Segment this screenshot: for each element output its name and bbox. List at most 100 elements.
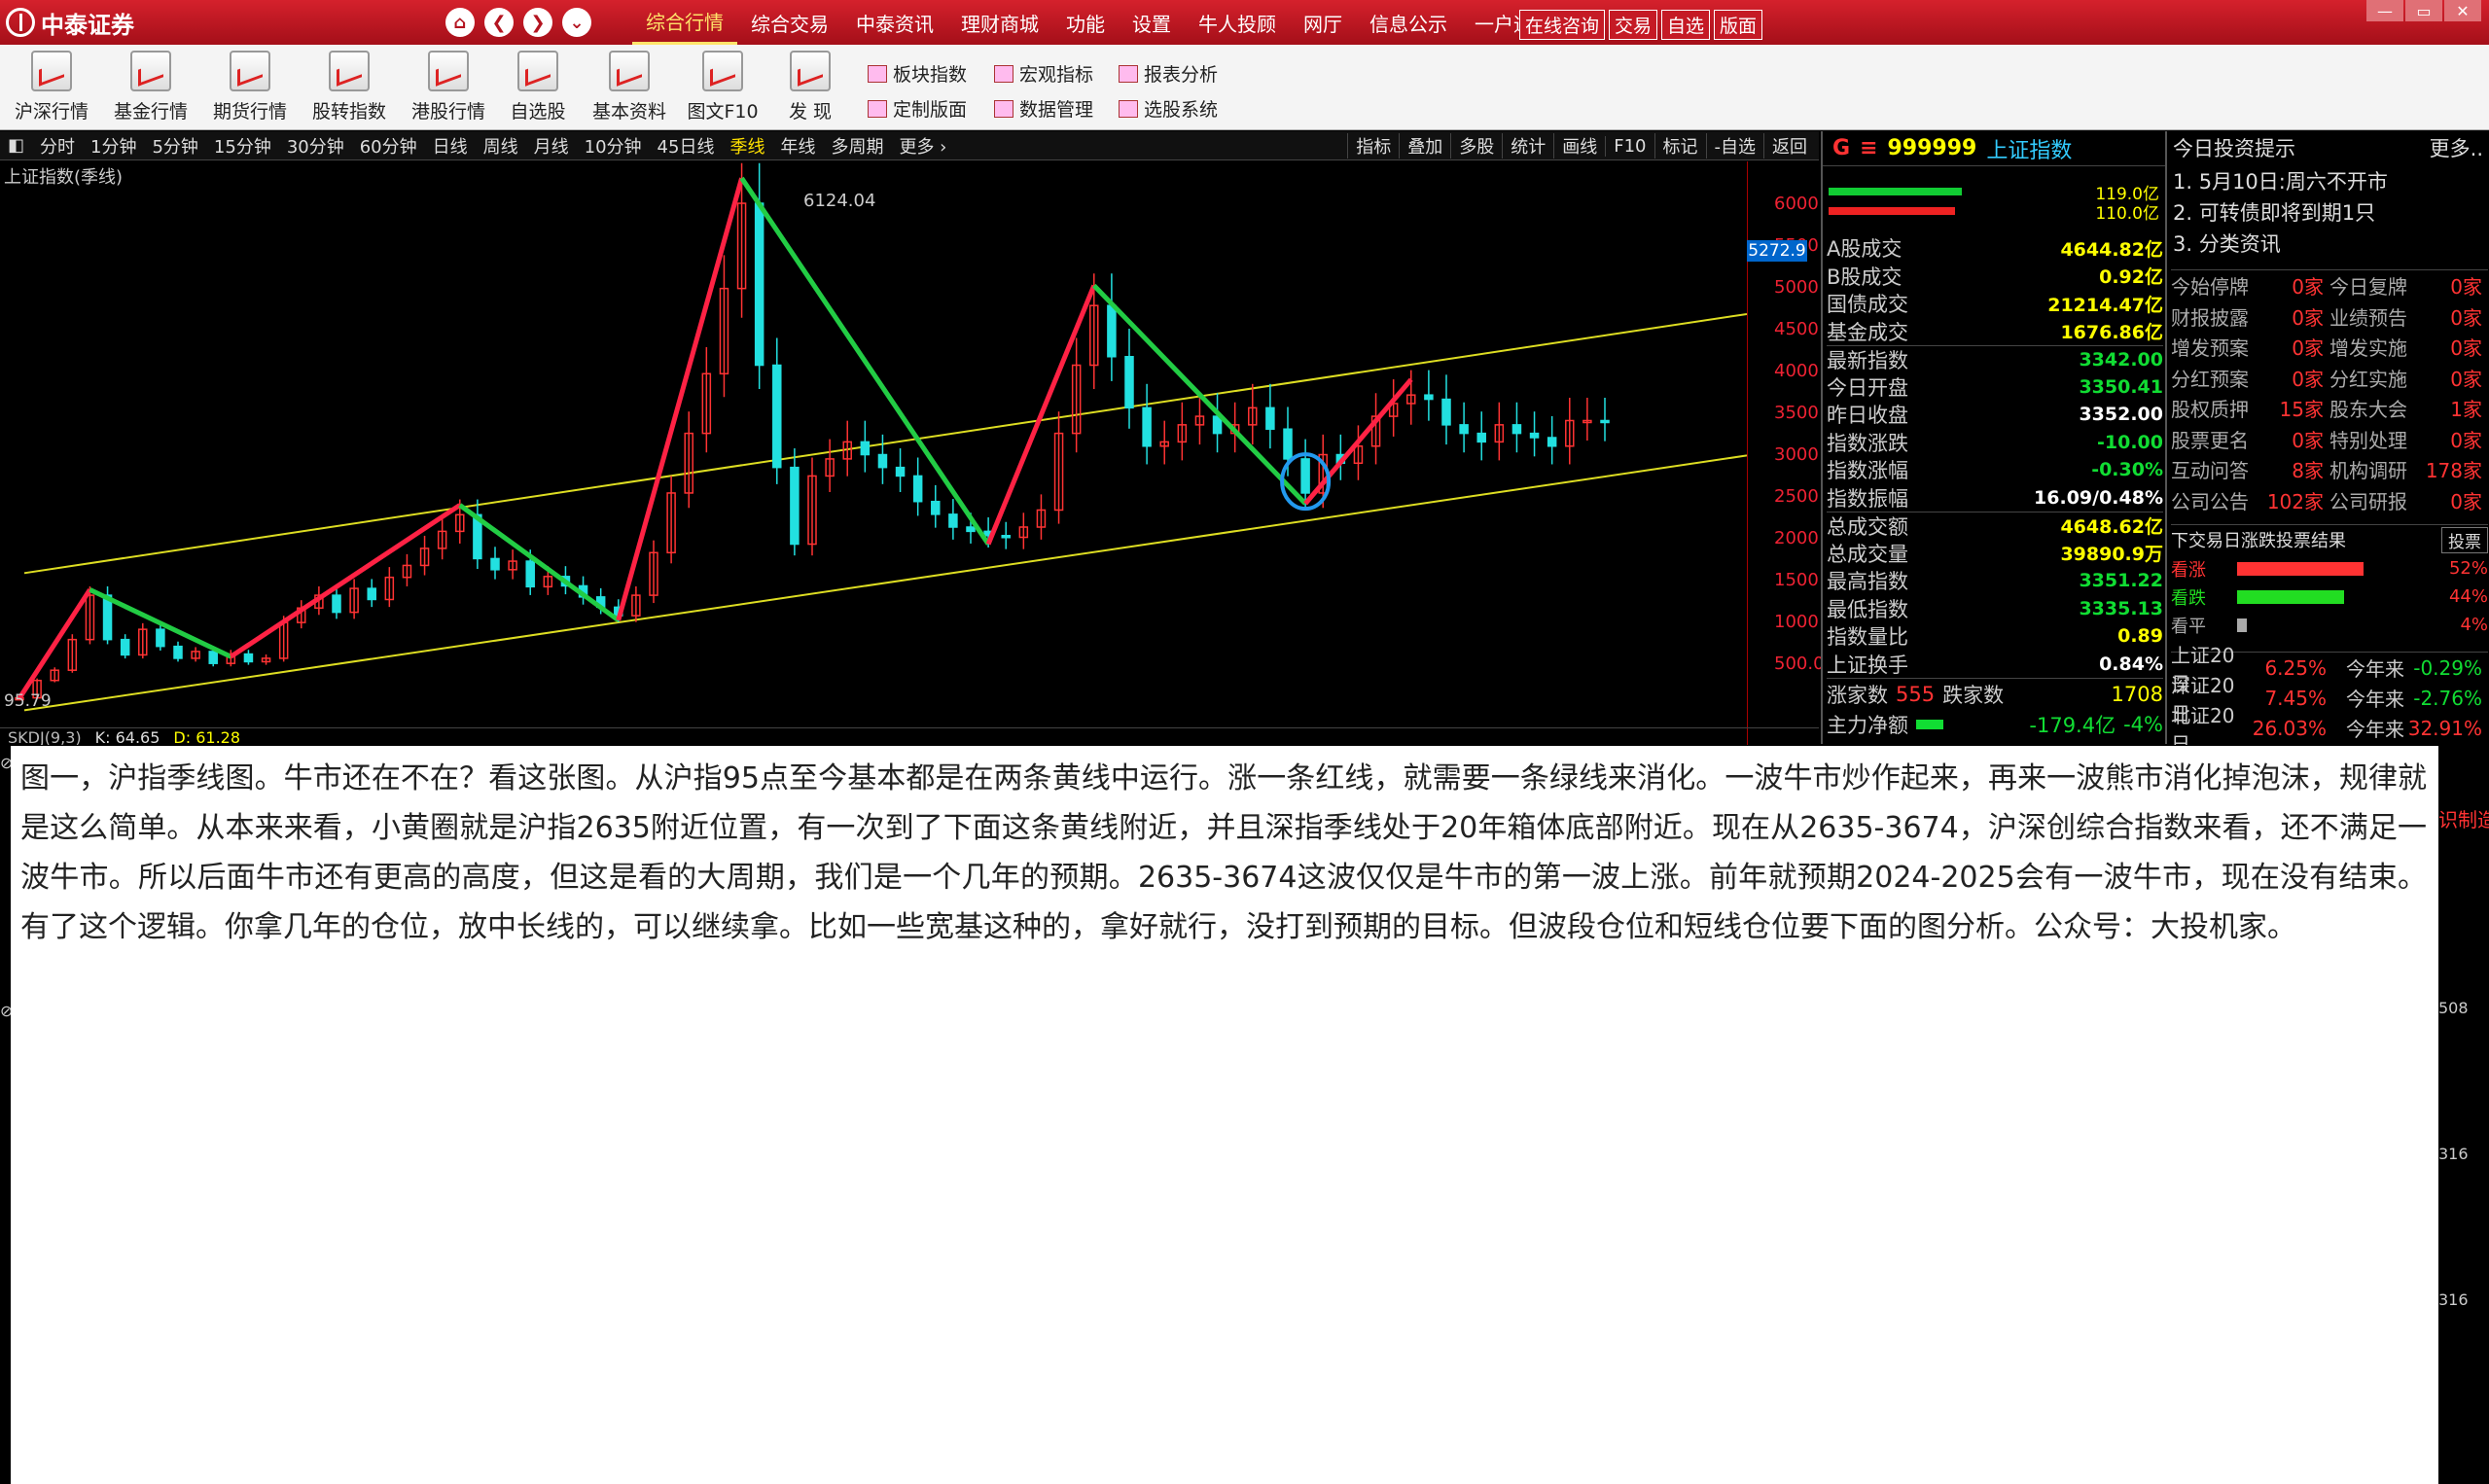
watchlist-button[interactable]: 自选 <box>1661 10 1711 40</box>
event-cell[interactable]: 业绩预告 0家 <box>2329 302 2488 331</box>
period-tab[interactable]: 年线 <box>772 133 823 159</box>
period-tab[interactable]: 月线 <box>526 133 577 159</box>
quote-label: 总成交额 <box>1827 514 1908 539</box>
period-tab[interactable]: 45日线 <box>650 133 723 159</box>
toolbar-discover[interactable]: 发 现 <box>768 51 852 126</box>
toolbar-fund-market[interactable]: 基金行情 <box>109 51 193 126</box>
tip-item[interactable]: 2. 可转债即将到期1只 <box>2173 197 2388 229</box>
toolbar-data-manage[interactable]: 数据管理 <box>994 95 1093 122</box>
candle-body <box>208 651 218 664</box>
menu-item-hall[interactable]: 网厅 <box>1290 0 1356 45</box>
back-icon[interactable]: ❮ <box>484 8 514 37</box>
vote-button[interactable]: 投票 <box>2441 526 2488 553</box>
tool-draw[interactable]: 画线 <box>1553 133 1605 159</box>
dropdown-icon[interactable]: ⌄ <box>562 8 591 37</box>
toolbar-sector-index[interactable]: 板块指数 <box>868 60 967 87</box>
tool-indicator[interactable]: 指标 <box>1347 133 1399 159</box>
indicator-bar[interactable]: SKDJ(9,3) K: 64.65 D: 61.28 <box>0 727 1819 747</box>
quote-value: 16.09/0.48% <box>2034 486 2163 509</box>
event-cell[interactable]: 机构调研 178家 <box>2329 455 2488 483</box>
period-tab[interactable]: 1分钟 <box>83 133 144 159</box>
event-cell[interactable]: 分红实施 0家 <box>2329 364 2488 392</box>
event-cell[interactable]: 增发预案 0家 <box>2171 333 2329 361</box>
toolbar-report-analysis[interactable]: 报表分析 <box>1119 60 1218 87</box>
event-cell[interactable]: 股票更名 0家 <box>2171 425 2329 453</box>
kline-chart[interactable]: 上证指数(季线) 6000 5500 5000 4500 4000 3500 3… <box>0 161 1825 747</box>
info-more-link[interactable]: 更多.. <box>2430 133 2483 162</box>
event-cell[interactable]: 今日复牌 0家 <box>2329 271 2488 300</box>
tip-item[interactable]: 3. 分类资讯 <box>2173 229 2388 260</box>
event-cell[interactable]: 财报披露 0家 <box>2171 302 2329 331</box>
event-cell[interactable]: 分红预案 0家 <box>2171 364 2329 392</box>
brand-logo[interactable]: 中泰证券 <box>6 5 134 40</box>
tool-overlay[interactable]: 叠加 <box>1399 133 1450 159</box>
toolbar-hk-market[interactable]: 港股行情 <box>407 51 490 126</box>
toolbar-futures-market[interactable]: 期货行情 <box>208 51 292 126</box>
toolbar-neeq-index[interactable]: 股转指数 <box>307 51 391 126</box>
y-tick: 5000 <box>1774 277 1819 298</box>
event-cell[interactable]: 互动问答 8家 <box>2171 455 2329 483</box>
toolbar-shsz-market[interactable]: 沪深行情 <box>10 51 93 126</box>
quote-footer: 涨家数 555 跌家数 1708 主力净额 -179.4亿 -4% <box>1827 678 2163 740</box>
toolbar-basic-info[interactable]: 基本资料 <box>587 51 671 126</box>
menu-item-trade[interactable]: 综合交易 <box>737 0 842 45</box>
forward-icon[interactable]: ❯ <box>523 8 552 37</box>
toolbar-custom-layout[interactable]: 定制版面 <box>868 95 967 122</box>
tool-back[interactable]: 返回 <box>1763 133 1815 159</box>
period-more[interactable]: 更多 › <box>891 133 954 159</box>
menu-item-advisor[interactable]: 牛人投顾 <box>1185 0 1290 45</box>
quote-header[interactable]: G ≡ 999999 上证指数 <box>1823 131 2167 166</box>
period-tab[interactable]: 分时 <box>32 133 83 159</box>
trade-button[interactable]: 交易 <box>1609 10 1658 40</box>
period-tab[interactable]: 日线 <box>425 133 476 159</box>
period-tab[interactable]: 30分钟 <box>279 133 352 159</box>
tool-mark[interactable]: 标记 <box>1653 133 1706 159</box>
quote-value: -10.00 <box>2097 431 2163 453</box>
tip-item[interactable]: 1. 5月10日:周六不开市 <box>2173 166 2388 197</box>
panel-toggle-icon[interactable]: ◧ <box>0 135 32 156</box>
toolbar-f10[interactable]: 图文F10 <box>681 51 764 126</box>
event-cell[interactable]: 股权质押 15家 <box>2171 394 2329 422</box>
toolbar-macro-index[interactable]: 宏观指标 <box>994 60 1093 87</box>
maximize-icon[interactable]: ▭ <box>2405 0 2442 21</box>
event-cell[interactable]: 增发实施 0家 <box>2329 333 2488 361</box>
menu-item-mall[interactable]: 理财商城 <box>947 0 1052 45</box>
period-tab-active[interactable]: 季线 <box>722 133 772 159</box>
period-tab[interactable]: 10分钟 <box>577 133 650 159</box>
online-consult-button[interactable]: 在线咨询 <box>1519 10 1606 40</box>
period-tab[interactable]: 15分钟 <box>206 133 279 159</box>
vote-bar <box>2237 618 2432 632</box>
event-cell[interactable]: 公司研报 0家 <box>2329 486 2488 514</box>
toolbar-watchlist[interactable]: 自选股 <box>496 51 580 126</box>
tool-remove-watch[interactable]: -自选 <box>1705 133 1764 159</box>
minimize-icon[interactable]: — <box>2366 0 2403 21</box>
period-tab[interactable]: 多周期 <box>823 133 891 159</box>
menu-item-market[interactable]: 综合行情 <box>632 0 737 45</box>
top-buttons: 在线咨询 交易 自选 版面 <box>1519 10 1763 40</box>
chart-icon <box>31 51 72 91</box>
home-icon[interactable]: ⌂ <box>445 8 475 37</box>
toolbar-label: 报表分析 <box>1144 64 1219 86</box>
nav-icons: ⌂ ❮ ❯ ⌄ <box>445 8 591 37</box>
event-cell[interactable]: 公司公告 102家 <box>2171 486 2329 514</box>
tool-f10[interactable]: F10 <box>1605 135 1653 157</box>
menu-icon[interactable]: ≡ <box>1860 136 1877 160</box>
event-cell[interactable]: 今始停牌 0家 <box>2171 271 2329 300</box>
event-cell[interactable]: 特别处理 0家 <box>2329 425 2488 453</box>
menu-item-settings[interactable]: 设置 <box>1119 0 1185 45</box>
layout-button[interactable]: 版面 <box>1714 10 1763 40</box>
y-tick: 2000 <box>1774 528 1819 548</box>
period-tab[interactable]: 周线 <box>476 133 526 159</box>
toolbar-stock-picker[interactable]: 选股系统 <box>1119 95 1218 122</box>
event-cell[interactable]: 股东大会 1家 <box>2329 394 2488 422</box>
net-flow-pct: -4% <box>2123 713 2163 736</box>
period-tab[interactable]: 5分钟 <box>144 133 205 159</box>
event-label: 股票更名 <box>2171 428 2249 452</box>
menu-item-disclosure[interactable]: 信息公示 <box>1356 0 1461 45</box>
tool-stats[interactable]: 统计 <box>1502 133 1553 159</box>
tool-multi[interactable]: 多股 <box>1450 133 1502 159</box>
menu-item-function[interactable]: 功能 <box>1052 0 1119 45</box>
close-icon[interactable]: ✕ <box>2444 0 2481 21</box>
menu-item-news[interactable]: 中泰资讯 <box>842 0 947 45</box>
period-tab[interactable]: 60分钟 <box>352 133 425 159</box>
